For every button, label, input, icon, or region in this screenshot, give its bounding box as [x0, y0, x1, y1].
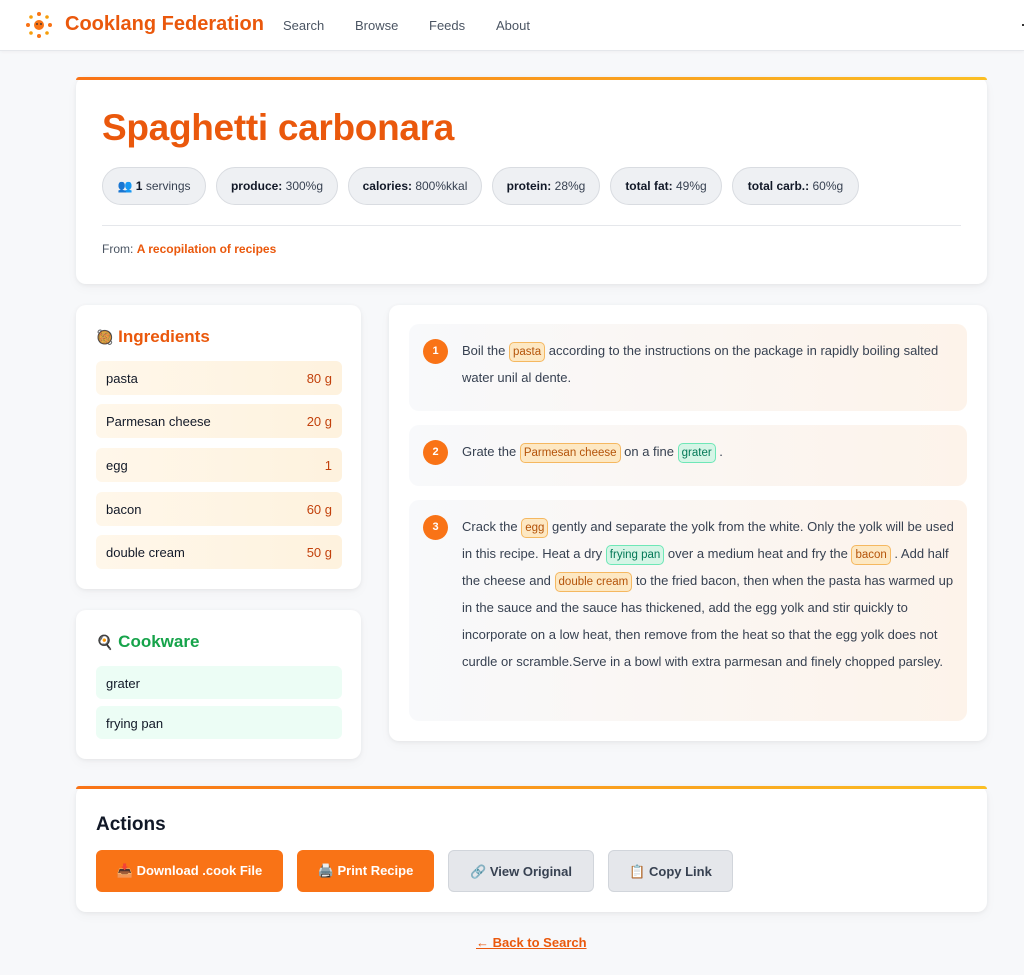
cookware-row: grater: [96, 666, 342, 699]
nutrition-value: 300%g: [285, 179, 324, 193]
step-item: 3 Crack the egg gently and separate the …: [409, 500, 967, 721]
nutrition-label: total fat:: [625, 179, 673, 193]
view-original-button[interactable]: 🔗 View Original: [448, 850, 594, 892]
header-divider: [102, 225, 961, 226]
nav-feeds-link[interactable]: Feeds: [429, 18, 465, 33]
nutrition-chip: calories: 800%kkal: [348, 167, 482, 205]
ingredient-tag: double cream: [554, 572, 633, 592]
nutrition-label: calories:: [362, 179, 412, 193]
ingredient-name: double cream: [106, 545, 185, 560]
ingredient-name: pasta: [106, 371, 138, 386]
cookware-row: frying pan: [96, 706, 342, 739]
source-label: From:: [102, 242, 134, 256]
source-link[interactable]: A recopilation of recipes: [137, 242, 277, 256]
ingredient-row: bacon 60 g: [96, 492, 342, 526]
link-icon: 🔗: [470, 864, 487, 879]
ingredient-name: bacon: [106, 502, 142, 517]
cooklang-logo-icon[interactable]: [24, 10, 54, 40]
printer-icon: 🖨️: [317, 863, 334, 878]
step-text-fragment: Grate the: [462, 444, 520, 459]
download-icon: 📥: [116, 863, 133, 878]
copy-link-button[interactable]: 📋 Copy Link: [608, 850, 733, 892]
card-accent-bar: [76, 77, 987, 80]
nav-about-link[interactable]: About: [496, 18, 530, 33]
ingredient-quantity: 60 g: [306, 502, 332, 517]
button-label: View Original: [489, 864, 572, 879]
ingredient-tag: egg: [521, 518, 549, 538]
servings-count: 1: [135, 179, 143, 193]
step-text-fragment: over a medium heat and fry the: [664, 546, 852, 561]
actions-card: Actions 📥 Download .cook File 🖨️ Print R…: [76, 786, 987, 912]
ingredient-name: Parmesan cheese: [106, 414, 211, 429]
step-text: Boil the pasta according to the instruct…: [462, 337, 957, 391]
cookware-name: frying pan: [106, 716, 164, 731]
nav-browse-link[interactable]: Browse: [355, 18, 398, 33]
button-label: Download .cook File: [136, 863, 263, 878]
button-label: Copy Link: [648, 864, 712, 879]
nutrition-label: protein:: [506, 179, 552, 193]
nutrition-label: total carb.:: [747, 179, 810, 193]
nutrition-value: 60%g: [812, 179, 844, 193]
step-text-fragment: .: [715, 444, 723, 459]
nutrition-chip: total carb.: 60%g: [732, 167, 859, 205]
cookware-tag: frying pan: [605, 545, 665, 565]
step-number-badge: 2: [423, 440, 448, 465]
instructions-card: 1 Boil the pasta according to the instru…: [389, 305, 987, 741]
button-label: Print Recipe: [337, 863, 414, 878]
ingredient-quantity: 1: [324, 458, 332, 473]
ingredient-row: double cream 50 g: [96, 535, 342, 569]
ingredients-heading: 🥘 Ingredients: [96, 327, 210, 347]
ingredient-row: egg 1: [96, 448, 342, 482]
cookware-tag: grater: [677, 443, 716, 463]
frying-pan-icon: 🍳: [96, 634, 114, 650]
ingredient-tag: pasta: [508, 342, 546, 362]
nutrition-label: produce:: [230, 179, 283, 193]
ingredients-heading-text: Ingredients: [118, 327, 210, 346]
actions-heading: Actions: [96, 814, 166, 835]
ingredient-quantity: 80 g: [306, 371, 332, 386]
people-icon: 👥: [117, 179, 133, 193]
card-accent-bar: [76, 786, 987, 789]
step-number-badge: 1: [423, 339, 448, 364]
nutrition-value: 49%g: [675, 179, 707, 193]
download-cook-file-button[interactable]: 📥 Download .cook File: [96, 850, 283, 892]
cookware-name: grater: [106, 676, 140, 691]
ingredient-row: Parmesan cheese 20 g: [96, 404, 342, 438]
ingredient-tag: bacon: [851, 545, 891, 565]
nutrition-value: 28%g: [554, 179, 586, 193]
step-text: Grate the Parmesan cheese on a fine grat…: [462, 438, 957, 465]
servings-chip: 👥 1 servings: [102, 167, 206, 205]
brand-name[interactable]: Cooklang Federation: [65, 13, 264, 36]
step-text: Crack the egg gently and separate the yo…: [462, 513, 957, 675]
back-to-search-link[interactable]: ← Back to Search: [476, 935, 587, 950]
recipe-source: From: A recopilation of recipes: [102, 242, 276, 256]
ingredient-row: pasta 80 g: [96, 361, 342, 395]
recipe-header-card: Spaghetti carbonara 👥 1 servings produce…: [76, 77, 987, 284]
ingredient-name: egg: [106, 458, 128, 473]
cookware-card: 🍳 Cookware grater frying pan: [76, 610, 361, 759]
recipe-title: Spaghetti carbonara: [102, 107, 455, 148]
step-text-fragment: Boil the: [462, 343, 509, 358]
nutrition-chip: protein: 28%g: [492, 167, 600, 205]
clipboard-icon: 📋: [629, 864, 646, 879]
nav-search-link[interactable]: Search: [283, 18, 324, 33]
step-text-fragment: Crack the: [462, 519, 522, 534]
nutrition-value: 800%kkal: [415, 179, 468, 193]
step-item: 2 Grate the Parmesan cheese on a fine gr…: [409, 425, 967, 486]
servings-label: servings: [145, 179, 191, 193]
ingredient-quantity: 20 g: [306, 414, 332, 429]
step-number-badge: 3: [423, 515, 448, 540]
step-item: 1 Boil the pasta according to the instru…: [409, 324, 967, 411]
cookware-heading-text: Cookware: [118, 632, 200, 651]
nutrition-chip: total fat: 49%g: [610, 167, 722, 205]
top-navbar: Cooklang Federation Search Browse Feeds …: [0, 0, 1024, 51]
ingredient-quantity: 50 g: [306, 545, 332, 560]
nutrition-chip: produce: 300%g: [216, 167, 338, 205]
ingredients-card: 🥘 Ingredients pasta 80 g Parmesan cheese…: [76, 305, 361, 589]
pot-icon: 🥘: [96, 329, 114, 345]
step-text-fragment: on a fine: [620, 444, 678, 459]
print-recipe-button[interactable]: 🖨️ Print Recipe: [297, 850, 434, 892]
cookware-heading: 🍳 Cookware: [96, 632, 199, 652]
ingredient-tag: Parmesan cheese: [519, 443, 621, 463]
